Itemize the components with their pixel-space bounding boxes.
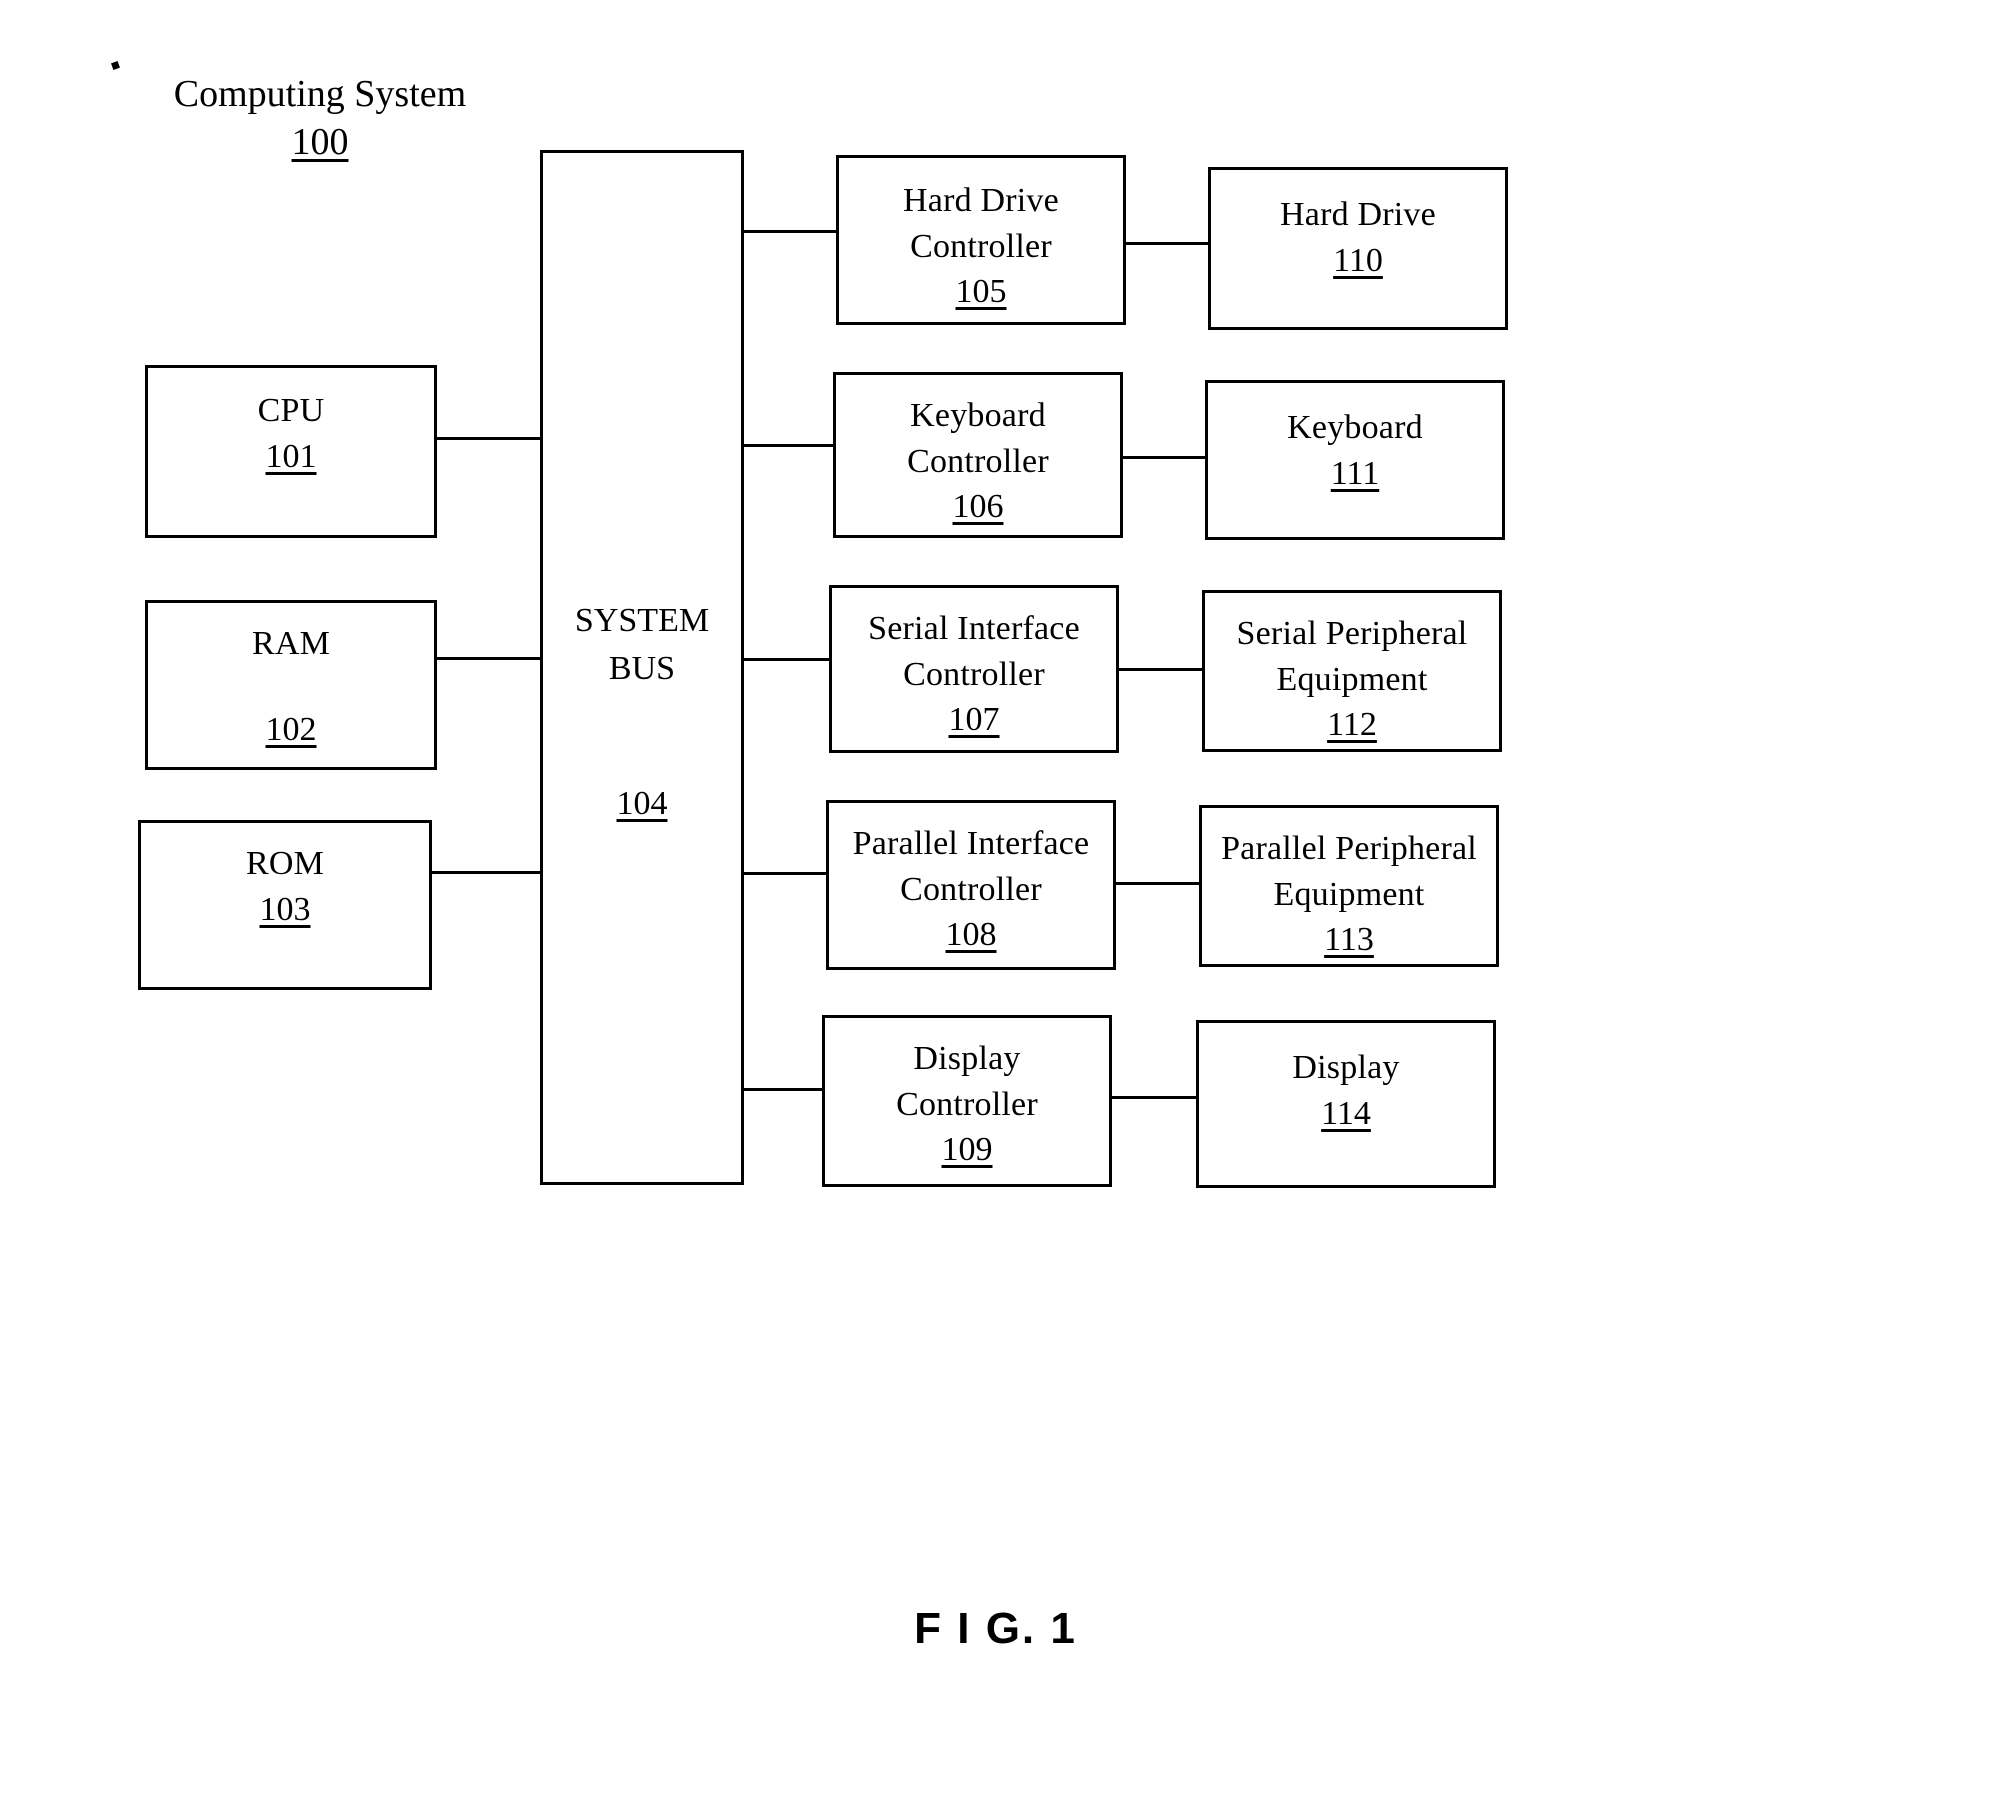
parallel-peripheral-equipment-label-line1: Parallel Peripheral [1221, 830, 1477, 867]
system-bus-reference-number: 104 [616, 785, 668, 822]
display-block: Display 114 [1196, 1020, 1496, 1188]
parallel-interface-controller-reference-number: 108 [945, 916, 997, 954]
parallel-peripheral-equipment-label-line2: Equipment [1273, 875, 1425, 913]
parallel-peripheral-equipment-block: Parallel Peripheral Equipment 113 [1199, 805, 1499, 967]
hard-drive-controller-block: Hard Drive Controller 105 [836, 155, 1126, 325]
page-title: Computing System [173, 73, 467, 115]
rom-block: ROM 103 [138, 820, 432, 990]
serial-interface-controller-label-line2: Controller [903, 655, 1045, 693]
ram-block: RAM 102 [145, 600, 437, 770]
connector-keyboard-controller-to-keyboard [1108, 456, 1218, 459]
hard-drive-label: Hard Drive [1280, 196, 1436, 233]
display-reference-number: 114 [1321, 1094, 1371, 1132]
parallel-interface-controller-label-line2: Controller [900, 870, 1042, 908]
keyboard-controller-block: Keyboard Controller 106 [833, 372, 1123, 538]
serial-peripheral-equipment-reference-number: 112 [1327, 706, 1377, 744]
figure-caption: F I G. 1 [914, 1604, 1077, 1653]
hard-drive-controller-label-line2: Controller [910, 227, 1052, 265]
system-bus-block: SYSTEM BUS 104 [540, 150, 744, 1185]
hard-drive-block: Hard Drive 110 [1208, 167, 1508, 330]
cpu-block: CPU 101 [145, 365, 437, 538]
rom-label: ROM [245, 845, 325, 882]
keyboard-controller-label-line2: Controller [907, 442, 1049, 480]
serial-peripheral-equipment-block: Serial Peripheral Equipment 112 [1202, 590, 1502, 752]
display-controller-label-line1: Display [913, 1040, 1021, 1077]
hard-drive-controller-reference-number: 105 [955, 273, 1007, 311]
serial-interface-controller-label-line1: Serial Interface [868, 610, 1080, 647]
parallel-interface-controller-label-line1: Parallel Interface [852, 825, 1090, 862]
cpu-reference-number: 101 [265, 437, 317, 475]
cpu-label: CPU [257, 392, 325, 429]
rom-reference-number: 103 [259, 890, 311, 928]
scan-artifact-speck [111, 61, 120, 70]
ram-reference-number: 102 [265, 711, 317, 749]
display-label: Display [1292, 1049, 1400, 1086]
parallel-peripheral-equipment-reference-number: 113 [1324, 921, 1374, 959]
serial-interface-controller-block: Serial Interface Controller 107 [829, 585, 1119, 753]
keyboard-reference-number: 111 [1330, 454, 1380, 492]
display-controller-label-line2: Controller [896, 1085, 1038, 1123]
serial-peripheral-equipment-label-line2: Equipment [1276, 660, 1428, 698]
hard-drive-reference-number: 110 [1333, 241, 1383, 279]
keyboard-label: Keyboard [1287, 409, 1423, 446]
hard-drive-controller-label-line1: Hard Drive [903, 182, 1059, 219]
keyboard-controller-reference-number: 106 [952, 488, 1004, 526]
keyboard-controller-label-line1: Keyboard [910, 397, 1046, 434]
serial-peripheral-equipment-label-line1: Serial Peripheral [1236, 615, 1468, 652]
ram-label: RAM [251, 625, 331, 662]
serial-interface-controller-reference-number: 107 [948, 701, 1000, 739]
keyboard-block: Keyboard 111 [1205, 380, 1505, 540]
patent-figure-page: Computing System 100 SYSTEM BUS 104 CPU … [0, 0, 1991, 1812]
display-controller-reference-number: 109 [941, 1131, 993, 1169]
page-title-reference-number: 100 [291, 121, 349, 163]
parallel-interface-controller-block: Parallel Interface Controller 108 [826, 800, 1116, 970]
system-bus-label-line2: BUS [608, 650, 676, 687]
display-controller-block: Display Controller 109 [822, 1015, 1112, 1187]
system-bus-label-line1: SYSTEM [574, 602, 710, 639]
